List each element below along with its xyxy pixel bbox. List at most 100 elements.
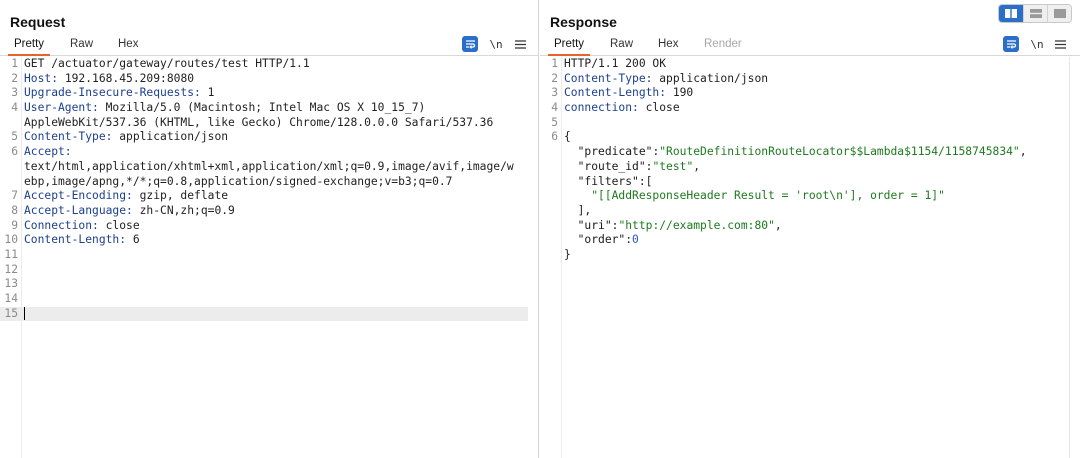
line-number: 5 (11, 130, 18, 144)
request-tab-pretty[interactable]: Pretty (7, 38, 51, 56)
json-key: "order" (577, 233, 626, 247)
line-number: 6 (11, 145, 18, 159)
hamburger-menu-icon (514, 39, 526, 49)
line-number: 2 (551, 71, 558, 85)
json-key: "uri" (577, 218, 612, 232)
layout-switch (998, 4, 1072, 23)
line-number: 14 (4, 292, 18, 305)
code-line: 5 Content-Type: application/json (0, 130, 538, 145)
json-key: "predicate" (577, 145, 653, 159)
response-editor[interactable]: 1 HTTP/1.1 200 OK 2 Content-Type: applicati… (540, 57, 1070, 458)
request-tab-raw[interactable]: Raw (70, 38, 93, 50)
json-string: "[[AddResponseHeader Result = 'root\n'],… (591, 189, 945, 203)
stacked-layout-button[interactable] (1023, 5, 1047, 22)
response-tab-raw[interactable]: Raw (610, 38, 633, 50)
code-line: 2 Host: 192.168.45.209:8080 (0, 72, 538, 87)
header-name: Accept-Language: (24, 203, 133, 217)
code-text: text/html,application/xhtml+xml,applicat… (24, 159, 514, 173)
code-text: ebp,image/apng,*/*;q=0.8,application/sig… (24, 174, 453, 188)
json-punct: , (1019, 145, 1027, 159)
header-value: application/json (112, 130, 229, 144)
code-text: } (564, 247, 571, 261)
response-menu-button[interactable] (1053, 36, 1067, 52)
response-title: Response (550, 14, 617, 30)
line-number: 1 (11, 57, 18, 70)
response-tab-pretty[interactable]: Pretty (547, 38, 591, 56)
response-tab-render[interactable]: Render (704, 38, 742, 50)
json-punct: , (774, 218, 782, 232)
request-newline-toggle[interactable]: \n (487, 36, 505, 52)
header-value: 192.168.45.209:8080 (58, 71, 195, 85)
header-value: 6 (126, 233, 140, 247)
response-wrap-lines-button[interactable] (1003, 36, 1019, 52)
header-value: gzip, deflate (132, 189, 229, 203)
json-string: "http://example.com:80" (618, 218, 775, 232)
json-string: "test" (652, 159, 694, 173)
code-line: "order":0 (540, 233, 1069, 248)
request-tabs: Pretty Raw Hex (0, 34, 538, 56)
request-title: Request (10, 14, 66, 30)
line-number: 3 (11, 86, 18, 100)
header-value: close (98, 218, 140, 232)
request-wrap-lines-button[interactable] (462, 36, 478, 52)
single-pane-layout-icon (1053, 9, 1066, 18)
line-number: 3 (551, 86, 558, 100)
code-line: 2 Content-Type: application/json (540, 72, 1069, 87)
header-name: Content-Length: (24, 233, 127, 247)
side-by-side-layout-icon (1005, 9, 1017, 18)
header-name: Upgrade-Insecure-Requests: (24, 86, 201, 100)
header-name: Host: (24, 71, 59, 85)
response-newline-toggle[interactable]: \n (1028, 36, 1046, 52)
line-number: 8 (11, 203, 18, 217)
response-tab-hex[interactable]: Hex (658, 38, 678, 50)
header-value: 1 (200, 86, 215, 100)
code-line: AppleWebKit/537.36 (KHTML, like Gecko) C… (0, 116, 538, 131)
json-string: "RouteDefinitionRouteLocator$$Lambda$115… (659, 145, 1020, 159)
code-line: 1 GET /actuator/gateway/routes/test HTTP/… (0, 57, 538, 72)
code-text: HTTP/1.1 200 OK (564, 57, 667, 70)
line-number: 6 (551, 130, 558, 144)
json-number: 0 (632, 233, 639, 247)
line-number: 13 (4, 277, 18, 291)
code-line: "[[AddResponseHeader Result = 'root\n'],… (540, 189, 1069, 204)
code-line: 14 (0, 292, 538, 307)
wrap-lines-icon (465, 40, 475, 49)
code-line: 13 (0, 277, 538, 292)
code-line: "predicate":"RouteDefinitionRouteLocator… (540, 145, 1069, 160)
code-line: 9 Connection: close (0, 219, 538, 234)
text-caret (24, 307, 25, 321)
code-line: 6 Accept: (0, 145, 538, 160)
line-number: 5 (551, 115, 558, 129)
code-line: ebp,image/apng,*/*;q=0.8,application/sig… (0, 175, 538, 190)
json-punct: , (693, 159, 701, 173)
line-number: 4 (551, 101, 558, 115)
request-editor[interactable]: 1 GET /actuator/gateway/routes/test HTTP/… (0, 57, 538, 458)
single-pane-layout-button[interactable] (1047, 5, 1071, 22)
request-menu-button[interactable] (513, 36, 527, 52)
header-value: 190 (666, 86, 694, 100)
code-line: "route_id":"test", (540, 160, 1069, 175)
header-value: close (638, 101, 680, 115)
header-name: Content-Length: (564, 86, 667, 100)
stacked-layout-icon (1029, 9, 1042, 18)
json-separator: : (625, 233, 633, 247)
header-name: Content-Type: (564, 71, 653, 85)
code-text: GET /actuator/gateway/routes/test HTTP/1… (24, 57, 310, 70)
wrap-lines-icon (1006, 40, 1016, 49)
hamburger-menu-icon (1054, 39, 1066, 49)
response-pane: Response Pretty Raw Hex Render \n 1 HTTP/… (540, 0, 1080, 458)
code-text: { (564, 130, 571, 144)
code-line: 12 (0, 263, 538, 278)
line-number: 12 (4, 262, 18, 276)
header-value: application/json (652, 71, 769, 85)
header-name: Accept: (24, 145, 72, 159)
header-name: Connection: (24, 218, 99, 232)
line-number: 4 (11, 101, 18, 115)
side-by-side-layout-button[interactable] (999, 5, 1023, 22)
request-tab-hex[interactable]: Hex (118, 38, 138, 50)
line-number: 10 (4, 233, 18, 247)
